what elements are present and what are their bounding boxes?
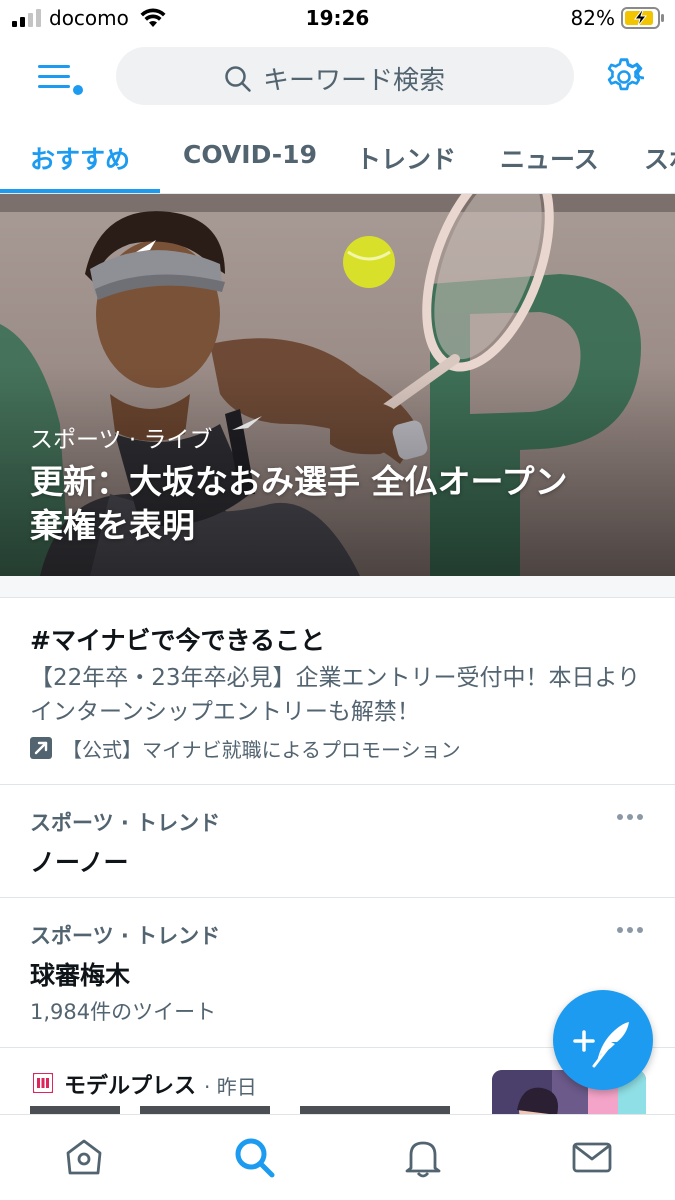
menu-icon[interactable]: [38, 60, 78, 94]
tab-trends[interactable]: トレンド: [356, 140, 456, 176]
search-icon: [225, 66, 251, 92]
hero-headline: 更新：大坂なおみ選手 全仏オープン 棄権を表明: [30, 460, 650, 548]
promoted-by-label: 【公式】マイナビ就職によるプロモーション: [62, 738, 461, 762]
section-divider: [0, 576, 675, 598]
compose-tweet-button[interactable]: [553, 990, 653, 1090]
mail-icon[interactable]: [570, 1135, 614, 1179]
tab-covid[interactable]: COVID-19: [183, 140, 317, 169]
promoted-icon: [30, 737, 52, 759]
trend-category: スポーツ · トレンド: [30, 924, 221, 948]
notification-dot: [73, 85, 83, 95]
hero-headline-line: 更新：大坂なおみ選手 全仏オープン: [30, 462, 568, 501]
search-icon[interactable]: [232, 1135, 276, 1179]
gear-icon[interactable]: [604, 57, 644, 97]
trend-item[interactable]: スポーツ · トレンド ノーノー: [0, 785, 675, 898]
bottom-tab-bar: [0, 1114, 675, 1200]
trend-name: ノーノー: [30, 848, 129, 877]
promoted-hashtag: #マイナビで今できること: [30, 626, 325, 655]
more-icon[interactable]: [616, 813, 644, 821]
publisher-logo: [33, 1073, 53, 1093]
hero-card[interactable]: スポーツ · ライブ 更新：大坂なおみ選手 全仏オープン 棄権を表明: [0, 194, 675, 576]
tab-recommended[interactable]: おすすめ: [30, 140, 130, 176]
status-bar: docomo 19:26 82%: [0, 0, 675, 38]
tweet-count: 1,984件のツイート: [30, 1000, 217, 1024]
news-time: · 昨日: [204, 1075, 257, 1099]
tab-sports[interactable]: スポ: [644, 140, 675, 176]
promoted-description: 【22年卒・23年卒必見】企業エントリー受付中！本日よりインターンシップエントリ…: [30, 665, 641, 725]
hero-headline-line: 棄権を表明: [30, 506, 195, 545]
hero-category: スポーツ · ライブ: [30, 427, 213, 453]
news-headline-cut: [30, 1106, 450, 1114]
battery-percent: 82%: [570, 6, 615, 30]
bell-icon[interactable]: [401, 1135, 445, 1179]
compose-icon: [573, 1022, 629, 1068]
trend-name: 球審梅木: [30, 961, 131, 990]
explore-tabs: おすすめ COVID-19 トレンド ニュース スポ: [0, 124, 675, 194]
promoted-trend[interactable]: #マイナビで今できること 【22年卒・23年卒必見】企業エントリー受付中！本日よ…: [0, 599, 675, 785]
home-icon[interactable]: [62, 1135, 106, 1179]
news-source: モデルプレス: [64, 1074, 197, 1099]
search-input[interactable]: キーワード検索: [263, 60, 445, 97]
trend-category: スポーツ · トレンド: [30, 811, 221, 835]
battery-charging-icon: [621, 7, 664, 29]
tab-news[interactable]: ニュース: [500, 140, 599, 176]
more-icon[interactable]: [616, 926, 644, 934]
